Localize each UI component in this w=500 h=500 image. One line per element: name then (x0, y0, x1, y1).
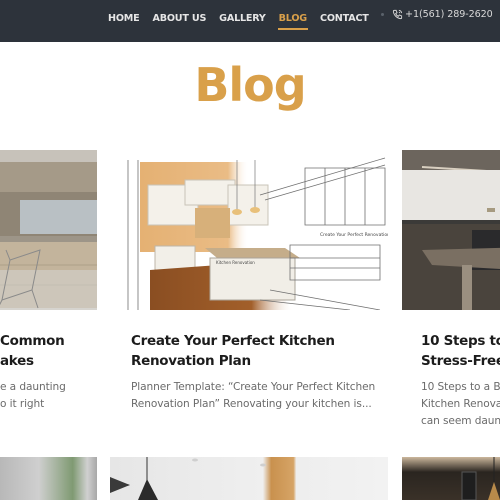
blog-card[interactable]: 10 Steps to a Stress-Free 10 Steps to a … (402, 150, 500, 430)
post-image[interactable] (110, 457, 388, 500)
post-image[interactable] (402, 150, 500, 310)
post-excerpt-line: 10 Steps to a Bu (421, 381, 500, 393)
phone-link[interactable]: +1(561) 289-2620 (381, 9, 493, 20)
post-image[interactable] (0, 150, 97, 310)
phone-icon (392, 9, 403, 20)
main-nav: HOME ABOUT US GALLERY BLOG CONTACT (108, 13, 382, 30)
post-excerpt: 10 Steps to a Bu Kitchen Renova can seem… (402, 379, 500, 430)
top-navbar: HOME ABOUT US GALLERY BLOG CONTACT +1(56… (0, 0, 500, 42)
post-title[interactable]: Create Your Perfect Kitchen Renovation P… (110, 331, 388, 371)
post-excerpt-line: Kitchen Renova (421, 398, 500, 410)
post-title-line: 10 Steps to a (421, 333, 500, 349)
post-title-line: akes (0, 353, 34, 369)
blog-card[interactable]: Common akes e a daunting o it right (0, 150, 97, 413)
separator-dot (381, 13, 384, 16)
nav-blog[interactable]: BLOG (277, 13, 309, 30)
page-title: Blog (194, 58, 306, 112)
svg-text:Kitchen Renovation: Kitchen Renovation (216, 260, 255, 265)
post-excerpt: Planner Template: “Create Your Perfect K… (131, 381, 376, 410)
post-excerpt-line: e a daunting (0, 381, 66, 393)
blog-card[interactable]: Create Your Perfect Renovation Plan Kitc… (110, 150, 388, 413)
post-image[interactable] (402, 457, 500, 500)
post-title-line: Common (0, 333, 65, 349)
post-title[interactable]: 10 Steps to a Stress-Free (402, 331, 500, 371)
nav-about-us[interactable]: ABOUT US (153, 13, 207, 24)
post-excerpt-line: o it right (0, 398, 45, 410)
post-image[interactable] (0, 457, 97, 500)
post-excerpt: e a daunting o it right (0, 379, 97, 413)
nav-gallery[interactable]: GALLERY (219, 13, 266, 24)
post-image[interactable]: Create Your Perfect Renovation Plan Kitc… (110, 150, 388, 310)
post-excerpt-line: can seem daunt (421, 415, 500, 427)
nav-home[interactable]: HOME (108, 13, 140, 24)
nav-contact[interactable]: CONTACT (320, 13, 369, 24)
post-title[interactable]: Common akes (0, 331, 97, 371)
svg-text:Create Your Perfect Renovation: Create Your Perfect Renovation Plan (320, 232, 388, 238)
phone-number: +1(561) 289-2620 (405, 9, 493, 20)
post-title-line: Stress-Free (421, 353, 500, 369)
